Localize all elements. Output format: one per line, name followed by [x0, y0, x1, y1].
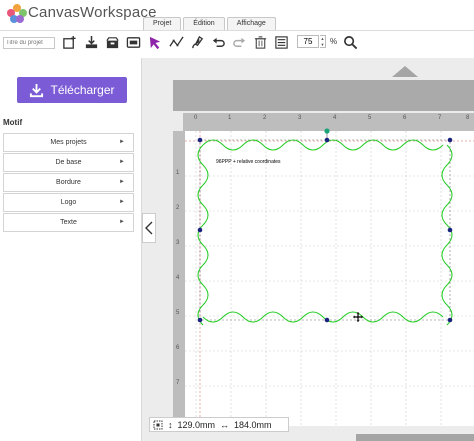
- project-title-input[interactable]: [3, 37, 55, 49]
- app-title: CanvasWorkspace: [28, 4, 157, 21]
- chevron-right-icon: ►: [119, 219, 125, 225]
- tab-projet[interactable]: Projet: [143, 17, 182, 30]
- menu-tabs: Projet Édition Affichage: [143, 17, 276, 30]
- tab-edition[interactable]: Édition: [183, 17, 225, 30]
- menu-item-label: Mes projets: [50, 139, 87, 146]
- ruler-left-label: 4: [176, 275, 180, 281]
- undo-icon[interactable]: [209, 33, 227, 51]
- ruler-top-label: 3: [298, 115, 302, 121]
- ruler-left-label: 1: [176, 170, 180, 176]
- resize-handle[interactable]: [324, 317, 330, 323]
- ruler-top-label: 8: [466, 115, 470, 121]
- menu-item-label: Logo: [60, 199, 77, 206]
- import-icon[interactable]: [82, 33, 100, 51]
- ruler-left-label: 7: [176, 380, 180, 386]
- chevron-right-icon: ►: [119, 139, 125, 145]
- ruler-left-label: 3: [176, 240, 180, 246]
- menu-item-bordure[interactable]: Bordure ►: [3, 173, 134, 192]
- menu-item-mes-projets[interactable]: Mes projets ►: [3, 133, 134, 152]
- scan-icon[interactable]: [124, 33, 142, 51]
- node-edit-icon[interactable]: [167, 33, 185, 51]
- zoom-unit: %: [330, 37, 338, 46]
- ruler-top-label: 6: [403, 115, 407, 121]
- chevron-right-icon: ►: [119, 159, 125, 165]
- menu-item-logo[interactable]: Logo ►: [3, 193, 134, 212]
- box-icon[interactable]: [103, 33, 121, 51]
- scroll-up-arrow[interactable]: [392, 66, 418, 77]
- width-icon: ↔: [220, 419, 230, 430]
- select-arrow-icon[interactable]: [146, 33, 164, 51]
- menu-item-label: Texte: [60, 219, 77, 226]
- trash-icon[interactable]: [251, 33, 269, 51]
- add-object-icon[interactable]: [60, 33, 78, 51]
- chevron-left-icon: [145, 221, 153, 235]
- resize-handle[interactable]: [447, 137, 453, 143]
- zoom-input[interactable]: [297, 35, 319, 48]
- dimension-status: ↕ 129.0mm ↔ 184.0mm: [149, 417, 289, 432]
- ruler-top-label: 4: [333, 115, 337, 121]
- resize-handle[interactable]: [324, 137, 330, 143]
- download-button[interactable]: Télécharger: [17, 77, 127, 103]
- mat-header-bar: [173, 80, 474, 111]
- height-icon: ↕: [168, 419, 173, 430]
- width-value: 184.0mm: [234, 419, 272, 430]
- app-logo: [7, 4, 27, 23]
- section-title-motif: Motif: [3, 118, 23, 127]
- toolbar-divider: [0, 30, 474, 31]
- menu-item-texte[interactable]: Texte ►: [3, 213, 134, 232]
- menu-item-label: Bordure: [56, 179, 81, 186]
- ruler-top-label: 7: [438, 115, 442, 121]
- panel-divider: [141, 58, 142, 441]
- resize-handle[interactable]: [447, 227, 453, 233]
- design-text: 96PPP + relative coordinates: [216, 159, 281, 165]
- height-value: 129.0mm: [177, 419, 216, 430]
- scroll-bottom-bar[interactable]: [356, 434, 474, 441]
- freehand-icon[interactable]: [188, 33, 206, 51]
- resize-handle[interactable]: [447, 317, 453, 323]
- ruler-left-label: 6: [176, 345, 180, 351]
- rotate-handle[interactable]: [324, 128, 330, 134]
- ruler-top-label: 1: [228, 115, 232, 121]
- zoom-stepper[interactable]: ▲ ▼: [320, 35, 326, 48]
- resize-handle[interactable]: [197, 317, 203, 323]
- selected-border-design[interactable]: [195, 125, 460, 330]
- ruler-left-label: 5: [176, 310, 180, 316]
- pattern-menu: Mes projets ► De base ► Bordure ► Logo ► Tex…: [3, 133, 134, 233]
- list-icon[interactable]: [272, 33, 290, 51]
- move-cursor-icon: [353, 312, 363, 322]
- chevron-right-icon: ►: [119, 179, 125, 185]
- download-icon: [30, 83, 44, 97]
- chevron-right-icon: ►: [119, 199, 125, 205]
- ruler-top-label: 5: [368, 115, 372, 121]
- download-label: Télécharger: [50, 83, 115, 97]
- menu-item-de-base[interactable]: De base ►: [3, 153, 134, 172]
- tab-affichage[interactable]: Affichage: [226, 17, 276, 30]
- ruler-left-label: 2: [176, 205, 180, 211]
- resize-handle[interactable]: [197, 137, 203, 143]
- ruler-top-label: 0: [194, 115, 198, 121]
- zoom-search-icon[interactable]: [341, 33, 359, 51]
- collapse-panel-button[interactable]: [142, 213, 156, 243]
- resize-handle[interactable]: [197, 227, 203, 233]
- ruler-top-label: 2: [263, 115, 267, 121]
- select-all-icon: [153, 420, 163, 429]
- menu-item-label: De base: [55, 159, 82, 166]
- redo-icon[interactable]: [230, 33, 248, 51]
